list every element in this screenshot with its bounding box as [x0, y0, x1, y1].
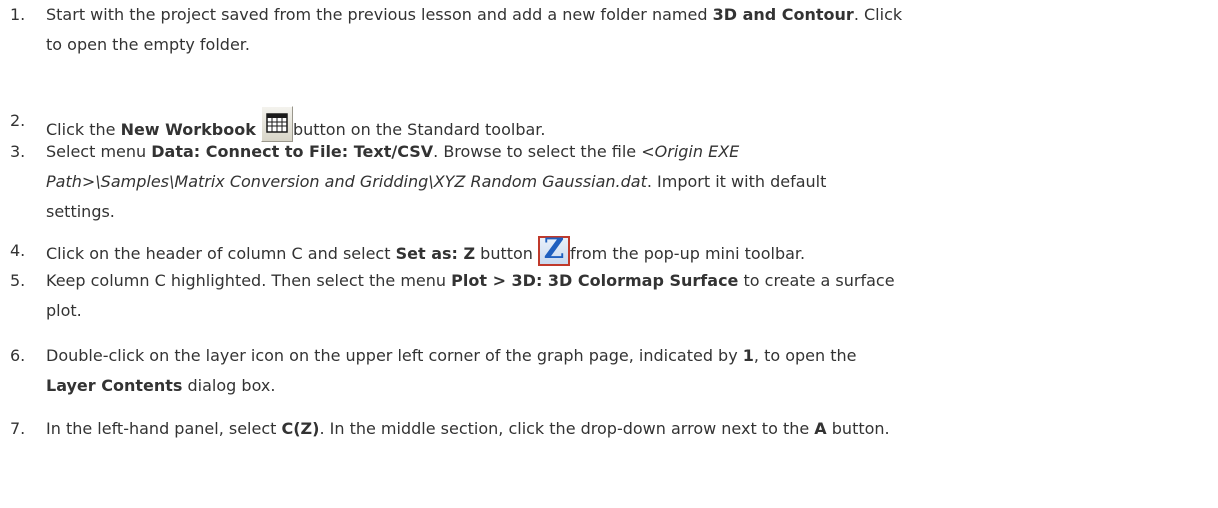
- step-number: 5.: [10, 271, 26, 290]
- folder-name: 3D and Contour: [712, 5, 854, 24]
- step-text: Start with the project saved from the pr…: [46, 0, 1210, 60]
- file-path: <Origin EXE: [641, 142, 740, 161]
- step-text-run: . Click: [853, 5, 903, 24]
- step-text-run: to create a surface: [738, 271, 895, 290]
- step-text: Double-click on the layer icon on the up…: [46, 341, 1210, 401]
- menu-path: Data: Connect to File: Text/CSV: [151, 142, 434, 161]
- step-text-run: . Import it with default: [646, 172, 827, 191]
- step-text-run: Double-click on the layer icon on the up…: [46, 346, 743, 365]
- step-number: 6.: [10, 346, 26, 365]
- step-text-run: Select menu: [46, 142, 152, 161]
- step-text-run: button: [475, 244, 539, 263]
- step-text-run: button.: [826, 419, 890, 438]
- step-number: 1.: [10, 5, 26, 24]
- step-text-run: from the pop-up mini toolbar.: [570, 244, 806, 263]
- layer-indicator: 1: [742, 346, 754, 365]
- step-text-run: Click on the header of column C and sele…: [46, 244, 396, 263]
- step-text-run: plot.: [46, 301, 82, 320]
- step-text: Select menu Data: Connect to File: Text/…: [46, 137, 1210, 227]
- file-path: Path>\Samples\Matrix Conversion and Grid…: [46, 172, 647, 191]
- step-text-run: dialog box.: [182, 376, 276, 395]
- step-text-run: to open the empty folder.: [46, 35, 250, 54]
- step-text-run: Start with the project saved from the pr…: [46, 5, 713, 24]
- step-text-run: , to open the: [753, 346, 857, 365]
- step-number: 7.: [10, 419, 26, 438]
- step-text-run: Keep column C highlighted. Then select t…: [46, 271, 452, 290]
- set-as-z-icon[interactable]: Z: [538, 232, 571, 266]
- button-name: A: [814, 419, 827, 438]
- step-number: 2.: [10, 111, 26, 130]
- set-as-z-label: Set as: Z: [395, 244, 476, 263]
- column-name: C(Z): [281, 419, 320, 438]
- step-text-run: . Browse to select the file: [433, 142, 642, 161]
- step-number: 3.: [10, 142, 26, 161]
- step-text-run: settings.: [46, 202, 115, 221]
- step-text-run: In the left-hand panel, select: [46, 419, 282, 438]
- menu-path: Plot > 3D: 3D Colormap Surface: [451, 271, 739, 290]
- step-text: Keep column C highlighted. Then select t…: [46, 266, 1210, 326]
- step-text-run: . In the middle section, click the drop-…: [319, 419, 815, 438]
- dialog-name: Layer Contents: [46, 376, 183, 395]
- step-text: Click on the header of column C and sele…: [46, 232, 1210, 269]
- step-text: In the left-hand panel, select C(Z). In …: [46, 414, 1210, 444]
- step-number: 4.: [10, 241, 26, 260]
- z-glyph: Z: [543, 232, 565, 265]
